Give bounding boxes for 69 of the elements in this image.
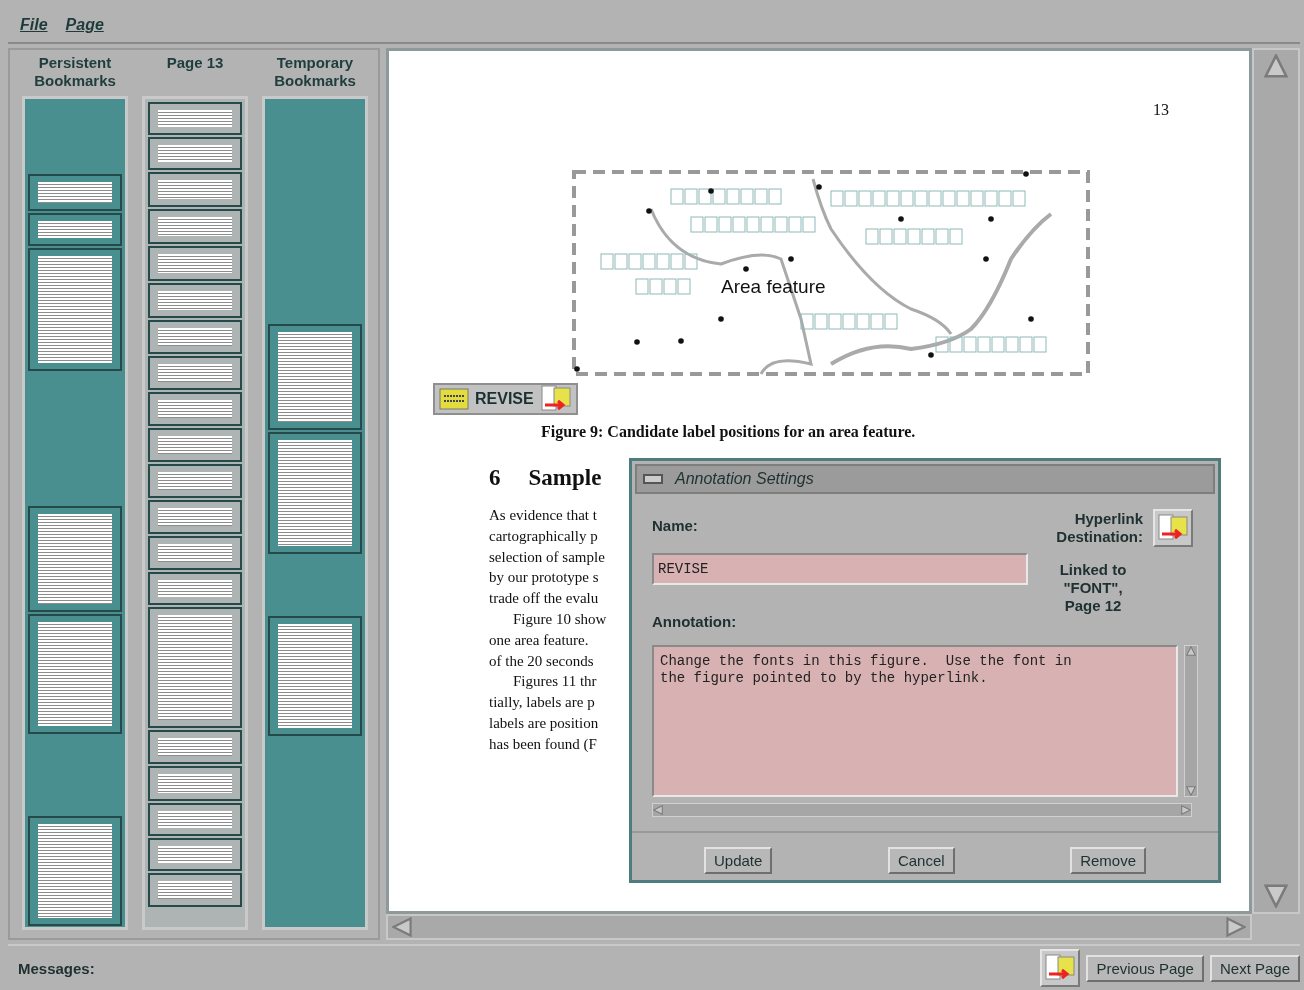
- column-title: Persistent Bookmarks: [33, 54, 117, 91]
- hyperlink-label: Hyperlink Destination:: [1055, 510, 1143, 546]
- page-thumbnail[interactable]: [148, 766, 242, 801]
- map-label: Area feature: [721, 276, 826, 297]
- page-thumbnail[interactable]: [148, 246, 242, 281]
- page-thumbnail[interactable]: [28, 506, 122, 612]
- page-thumbnail[interactable]: [28, 248, 122, 371]
- page-thumbnail[interactable]: [148, 572, 242, 605]
- section-title: Sample: [528, 465, 602, 491]
- scroll-up-icon[interactable]: [1264, 54, 1288, 78]
- figure-caption: Figure 9: Candidate label positions for an area feature.: [541, 423, 917, 441]
- page-thumbnail[interactable]: [148, 428, 242, 462]
- link-arrow-icon: [539, 384, 572, 414]
- page-thumbnail[interactable]: [148, 607, 242, 728]
- dialog-button[interactable]: Cancel: [887, 847, 955, 874]
- page-thumbnail[interactable]: [148, 464, 242, 498]
- annotation-field[interactable]: Change the fonts in this figure. Use the font in the figure pointed to by the hyperlink.: [652, 645, 1179, 797]
- dialog-title: Annotation Settings: [675, 470, 814, 488]
- paragraph: As evidence that t cartographically p selection of sample by our prototype s trade off the evalu: [489, 506, 606, 609]
- name-field[interactable]: REVISE: [652, 553, 1028, 585]
- page-thumbnail[interactable]: [268, 616, 362, 736]
- page-thumbnail[interactable]: [148, 283, 242, 318]
- note-icon: [439, 388, 469, 410]
- page-nav-button[interactable]: Previous Page: [1086, 954, 1204, 982]
- page-thumbnail[interactable]: [28, 213, 122, 246]
- page-thumbnail[interactable]: [148, 500, 242, 534]
- link-button[interactable]: [1040, 949, 1081, 987]
- scroll-right-icon[interactable]: [1226, 917, 1246, 937]
- page-nav-button[interactable]: Next Page: [1209, 954, 1300, 982]
- link-page-icon: [1157, 513, 1189, 543]
- page-thumbnail[interactable]: [148, 172, 242, 207]
- messages-label: Messages:: [18, 959, 95, 977]
- page-thumbnail[interactable]: [148, 873, 242, 907]
- link-page-icon: [1044, 953, 1077, 983]
- horizontal-scrollbar[interactable]: [386, 914, 1252, 940]
- column-title: Temporary Bookmarks: [273, 54, 357, 91]
- page-thumbnail[interactable]: [268, 324, 362, 430]
- vertical-scrollbar[interactable]: [1252, 48, 1300, 914]
- name-label: Name:: [652, 517, 698, 534]
- page-number: 13: [1152, 101, 1169, 119]
- section-number: 6: [489, 465, 501, 491]
- scroll-left-icon[interactable]: [392, 917, 412, 937]
- page-thumbnail[interactable]: [148, 803, 242, 836]
- window-menu-button[interactable]: [643, 474, 663, 484]
- page-thumbnail[interactable]: [148, 209, 242, 244]
- paragraph: Figure 10 show one area feature. of the 20 seconds: [489, 610, 608, 671]
- hyperlink-button[interactable]: [1153, 509, 1193, 547]
- page-thumbnail[interactable]: [28, 614, 122, 734]
- annotation-marker[interactable]: REVISE: [433, 383, 578, 415]
- page-thumbnail[interactable]: [28, 174, 122, 211]
- menu-item[interactable]: File: [20, 16, 48, 34]
- column-title: Page 13: [165, 54, 225, 73]
- scroll-down-icon[interactable]: [1264, 884, 1288, 908]
- page-thumbnail[interactable]: [148, 137, 242, 170]
- page-thumbnail[interactable]: [148, 838, 242, 871]
- page-thumbnail[interactable]: [148, 356, 242, 390]
- page-thumbnail[interactable]: [148, 730, 242, 764]
- page-thumbnail[interactable]: [148, 320, 242, 354]
- page-thumbnail[interactable]: [268, 432, 362, 554]
- link-info: Linked to "FONT", Page 12: [1058, 561, 1128, 615]
- page-thumbnail[interactable]: [148, 392, 242, 426]
- page-thumbnail[interactable]: [148, 102, 242, 135]
- annotation-label: Annotation:: [652, 613, 737, 630]
- menu-item[interactable]: Page: [65, 16, 104, 34]
- paragraph: Figures 11 thr tially, labels are p labels are position has been found (F: [489, 672, 600, 754]
- dialog-button[interactable]: Remove: [1070, 847, 1146, 874]
- dialog-button[interactable]: Update: [704, 847, 773, 874]
- page-thumbnail[interactable]: [148, 536, 242, 570]
- page-thumbnail[interactable]: [28, 816, 122, 926]
